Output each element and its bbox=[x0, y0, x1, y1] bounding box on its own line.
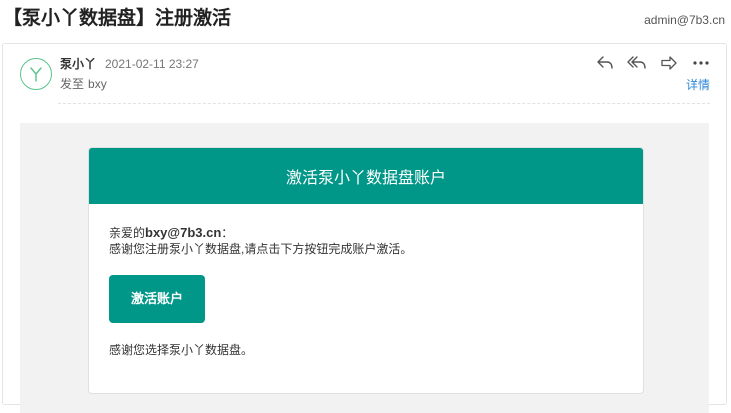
forward-icon[interactable] bbox=[658, 53, 680, 73]
header-divider bbox=[58, 103, 710, 104]
sender-name[interactable]: 泵小丫 bbox=[60, 56, 96, 72]
sender-avatar[interactable] bbox=[20, 58, 52, 90]
details-link[interactable]: 详情 bbox=[686, 77, 710, 93]
avatar-y-icon bbox=[30, 67, 42, 82]
email-card: 激活泵小丫数据盘账户 亲爱的bxy@7b3.cn： 感谢您注册泵小丫数据盘,请点… bbox=[88, 147, 644, 394]
thanks-text: 感谢您选择泵小丫数据盘。 bbox=[109, 343, 254, 357]
mail-body: 激活泵小丫数据盘账户 亲爱的bxy@7b3.cn： 感谢您注册泵小丫数据盘,请点… bbox=[20, 123, 709, 413]
subject-bar: 【泵小丫数据盘】注册激活 admin@7b3.cn bbox=[0, 0, 731, 40]
greeting-email: bxy@7b3.cn bbox=[145, 225, 222, 240]
email-header: 激活泵小丫数据盘账户 bbox=[89, 148, 643, 204]
activate-account-button[interactable]: 激活账户 bbox=[109, 275, 205, 323]
account-email: admin@7b3.cn bbox=[644, 13, 725, 27]
greeting-suffix: ： bbox=[221, 226, 234, 240]
mail-card: 泵小丫 2021-02-11 23:27 发至 bxy 详情 激活泵小丫数据盘账… bbox=[2, 43, 727, 413]
greeting: 亲爱的bxy@7b3.cn： bbox=[109, 225, 623, 241]
reply-icon[interactable] bbox=[594, 53, 616, 73]
recipient-line: 发至 bxy bbox=[60, 76, 111, 92]
greeting-prefix: 亲爱的 bbox=[109, 226, 146, 240]
send-time: 2021-02-11 23:27 bbox=[105, 57, 199, 71]
mail-subject: 【泵小丫数据盘】注册激活 bbox=[3, 8, 232, 29]
email-content: 亲爱的bxy@7b3.cn： 感谢您注册泵小丫数据盘,请点击下方按钮完成账户激活… bbox=[89, 204, 643, 358]
recipient-name[interactable]: bxy bbox=[88, 77, 107, 91]
message-actions bbox=[594, 53, 712, 73]
recipient-prefix: 发至 bbox=[60, 77, 85, 91]
intro-text: 感谢您注册泵小丫数据盘,请点击下方按钮完成账户激活。 bbox=[109, 242, 413, 256]
reply-all-icon[interactable] bbox=[626, 53, 648, 73]
more-icon[interactable] bbox=[690, 53, 712, 73]
